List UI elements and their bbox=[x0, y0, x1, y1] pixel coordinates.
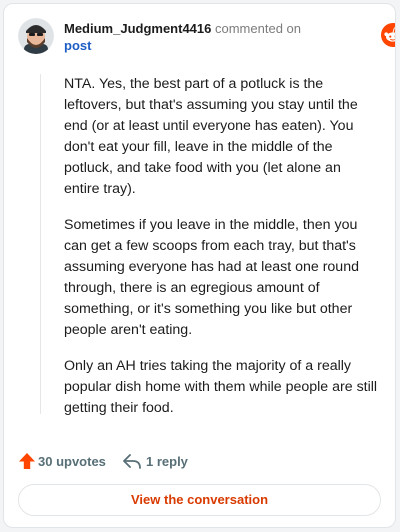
upvote-count: 30 upvotes bbox=[38, 454, 106, 469]
comment-paragraph: Only an AH tries taking the majority of … bbox=[64, 358, 378, 416]
comment-card: Medium_Judgment4416 commented on post re… bbox=[3, 3, 396, 528]
reply-arrow-icon bbox=[123, 454, 141, 469]
comment-body: NTA. Yes, the best part of a potluck is … bbox=[64, 74, 380, 434]
commented-on-text: commented on bbox=[215, 21, 301, 36]
snoo-avatar-icon[interactable] bbox=[18, 18, 54, 54]
username-link[interactable]: Medium_Judgment4416 bbox=[64, 21, 211, 36]
reply-count: 1 reply bbox=[146, 454, 188, 469]
thread-line bbox=[40, 74, 41, 414]
upvote-arrow-icon bbox=[19, 453, 35, 469]
comment-paragraph: Sometimes if you leave in the middle, th… bbox=[64, 217, 359, 338]
post-link[interactable]: post bbox=[64, 37, 301, 54]
comment-meta: Medium_Judgment4416 commented on post bbox=[64, 20, 301, 54]
comment-header: Medium_Judgment4416 commented on post re… bbox=[18, 18, 395, 58]
comment-paragraph: NTA. Yes, the best part of a potluck is … bbox=[64, 76, 358, 197]
view-conversation-button[interactable]: View the conversation bbox=[18, 484, 381, 516]
